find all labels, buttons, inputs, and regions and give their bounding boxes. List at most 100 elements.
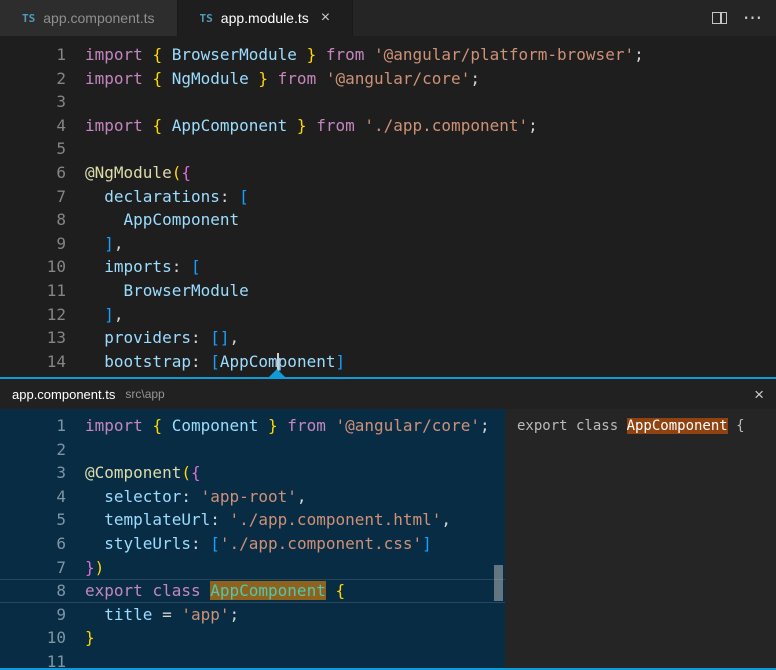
line-number: 3 [0,90,66,114]
code-token: templateUrl [85,510,210,529]
code-line[interactable]: 13 providers: [], [0,326,776,350]
code-line[interactable]: 1import { Component } from '@angular/cor… [0,414,505,438]
line-number: 5 [0,508,66,532]
code-token: AppComponent [210,581,326,600]
peek-title: app.component.ts [12,387,115,402]
code-line[interactable]: 12 ], [0,303,776,327]
code-line[interactable]: 6 styleUrls: ['./app.component.css'] [0,532,505,556]
code-token: } [85,628,95,647]
reference-text: { [728,418,745,434]
code-token: import [85,45,152,64]
code-line[interactable]: 7 declarations: [ [0,185,776,209]
code-token: @NgModule [85,163,172,182]
code-line[interactable]: 6@NgModule({ [0,161,776,185]
tab-label: app.component.ts [43,10,154,26]
code-line[interactable]: 5 [0,137,776,161]
code-token: class [152,581,210,600]
code-token: ) [95,558,105,577]
code-line[interactable]: 8 AppComponent [0,208,776,232]
code-line[interactable]: 4import { AppComponent } from './app.com… [0,114,776,138]
more-actions-icon[interactable]: ⋯ [743,9,762,28]
code-token: 'app-root' [201,487,297,506]
tab-label: app.module.ts [221,10,309,26]
code-line[interactable]: 3 [0,90,776,114]
code-line[interactable]: 10} [0,626,505,650]
code-line[interactable]: 10 imports: [ [0,255,776,279]
code-token: ] [104,234,114,253]
code-token: ; [470,69,480,88]
reference-text: export class [517,418,627,434]
code-token: from [307,116,365,135]
code-line[interactable]: 9 title = 'app'; [0,603,505,627]
code-token: { [181,163,191,182]
code-line[interactable]: 11 [0,650,505,668]
code-token: AppCom [220,352,278,371]
code-token: ( [172,163,182,182]
tab-app-module-ts[interactable]: TS app.module.ts × [178,0,354,36]
code-token: } [249,69,268,88]
code-token: AppComponent [172,116,288,135]
line-number: 2 [0,67,66,91]
code-line[interactable]: 3@Component({ [0,461,505,485]
code-token: 'app' [181,605,229,624]
code-token: } [258,416,277,435]
code-line[interactable]: 9 ], [0,232,776,256]
code-line[interactable]: 2import { NgModule } from '@angular/core… [0,67,776,91]
line-number: 12 [0,303,66,327]
close-tab-icon[interactable]: × [321,10,330,26]
typescript-file-icon: TS [22,12,35,25]
line-number: 11 [0,279,66,303]
code-line[interactable]: 11 BrowserModule [0,279,776,303]
line-number: 14 [0,350,66,374]
reference-item[interactable]: export class AppComponent { [505,415,776,438]
code-token: import [85,69,152,88]
code-line[interactable]: 5 templateUrl: './app.component.html', [0,508,505,532]
peek-arrow-icon [269,369,285,377]
tab-app-component-ts[interactable]: TS app.component.ts [0,0,178,36]
peek-editor-scrollbar[interactable] [494,565,503,601]
code-line[interactable]: 8export class AppComponent { [0,579,505,603]
code-line[interactable]: 14 bootstrap: [AppComponent] [0,350,776,374]
code-token: : [191,534,210,553]
code-line[interactable]: 4 selector: 'app-root', [0,485,505,509]
peek-close-icon[interactable]: × [754,386,764,403]
line-number: 1 [0,414,66,438]
line-number: 3 [0,461,66,485]
line-number: 8 [0,208,66,232]
code-token: ; [480,416,490,435]
code-token: { [152,116,171,135]
code-line[interactable]: 7}) [0,556,505,580]
peek-editor[interactable]: 1import { Component } from '@angular/cor… [0,409,505,668]
line-number: 13 [0,326,66,350]
code-token: { [191,463,201,482]
code-token: ] [104,305,114,324]
code-token: : [181,487,200,506]
code-token: ; [634,45,644,64]
code-token: : [191,328,210,347]
vscode-window: TS app.component.ts TS app.module.ts × ⋯… [0,0,776,670]
code-token: selector [85,487,181,506]
peek-header: app.component.ts src\app × [0,379,776,409]
code-line[interactable]: 2 [0,438,505,462]
code-token: ( [181,463,191,482]
code-token: '@angular/core' [326,69,471,88]
code-token: AppComponent [85,210,239,229]
code-line[interactable]: 1import { BrowserModule } from '@angular… [0,43,776,67]
code-token: providers [85,328,191,347]
split-editor-icon[interactable] [712,12,727,24]
line-number: 9 [0,603,66,627]
code-token: Component [172,416,259,435]
editor-app-module[interactable]: 1import { BrowserModule } from '@angular… [0,36,776,377]
peek-references-list: export class AppComponent { [505,409,776,668]
code-token: , [441,510,451,529]
code-token: ; [528,116,538,135]
code-token: from [278,416,336,435]
code-token: ponent [278,352,336,371]
editor-actions: ⋯ [712,0,776,36]
line-number: 7 [0,185,66,209]
line-number: 11 [0,650,66,668]
code-token: } [297,45,316,64]
code-token: from [268,69,326,88]
code-token: import [85,416,152,435]
code-token: : [210,510,229,529]
